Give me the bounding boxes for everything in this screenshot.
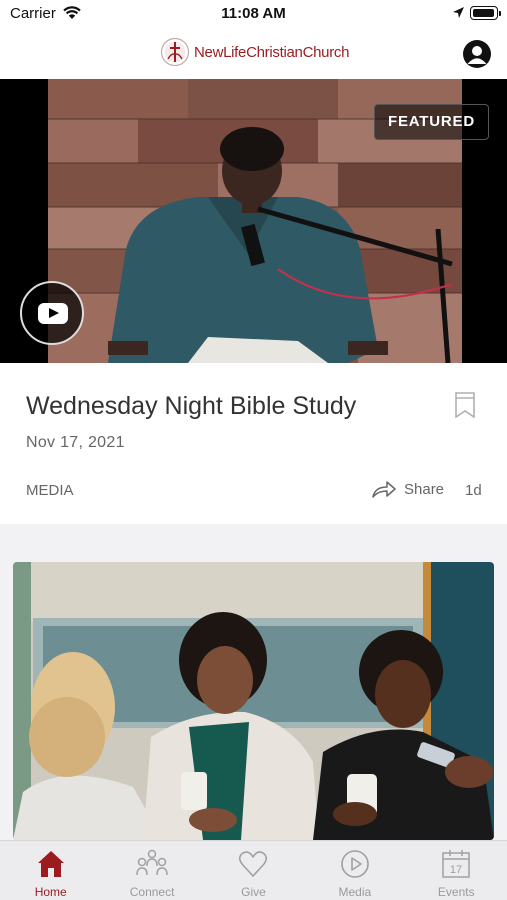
bottom-tab-bar: Home Connect Give Media 17 Events — [0, 840, 507, 900]
battery-icon — [470, 6, 501, 20]
youtube-play-icon — [38, 303, 68, 324]
tab-label: Home — [34, 885, 67, 899]
logo-emblem-icon — [160, 37, 190, 67]
post-title[interactable]: Wednesday Night Bible Study — [26, 392, 356, 421]
people-icon — [136, 849, 168, 876]
status-bar: Carrier 11:08 AM — [0, 0, 507, 28]
calendar-day-number: 17 — [450, 864, 462, 876]
post-date: Nov 17, 2021 — [26, 434, 125, 451]
location-arrow-icon — [453, 7, 464, 18]
tab-media[interactable]: Media — [304, 841, 405, 900]
logo-text: NewLifeChristianChurch — [194, 43, 350, 61]
play-video-button[interactable] — [20, 281, 84, 345]
play-circle-icon — [341, 850, 369, 878]
tab-label: Connect — [129, 885, 175, 899]
post-category: MEDIA — [26, 482, 74, 499]
tab-label: Events — [437, 885, 475, 899]
clock: 11:08 AM — [221, 5, 286, 22]
featured-badge: FEATURED — [374, 104, 489, 140]
home-icon — [37, 851, 64, 877]
tab-connect[interactable]: Connect — [101, 841, 202, 900]
featured-post-card[interactable]: FEATURED Wednesday Night Bible Study Nov… — [0, 79, 507, 524]
post-card-image[interactable] — [13, 562, 494, 840]
app-header: NewLifeChristianChurch — [0, 28, 507, 79]
bookmark-icon[interactable] — [455, 392, 475, 418]
tab-give[interactable]: Give — [203, 841, 304, 900]
user-icon — [467, 46, 487, 64]
tab-label: Give — [241, 885, 266, 899]
share-arrow-icon — [372, 481, 396, 498]
church-logo[interactable]: NewLifeChristianChurch — [160, 37, 349, 67]
heart-icon — [239, 851, 268, 877]
calendar-icon: 17 — [442, 850, 470, 878]
profile-button[interactable] — [463, 40, 491, 68]
featured-video-thumbnail[interactable]: FEATURED — [0, 79, 507, 363]
women-coffee-photo — [13, 562, 494, 840]
tab-events[interactable]: 17 Events — [406, 841, 507, 900]
post-age: 1d — [465, 482, 482, 499]
share-button[interactable]: Share — [372, 480, 444, 498]
share-label: Share — [404, 480, 445, 498]
tab-label: Media — [338, 885, 372, 899]
tab-home[interactable]: Home — [0, 841, 101, 900]
